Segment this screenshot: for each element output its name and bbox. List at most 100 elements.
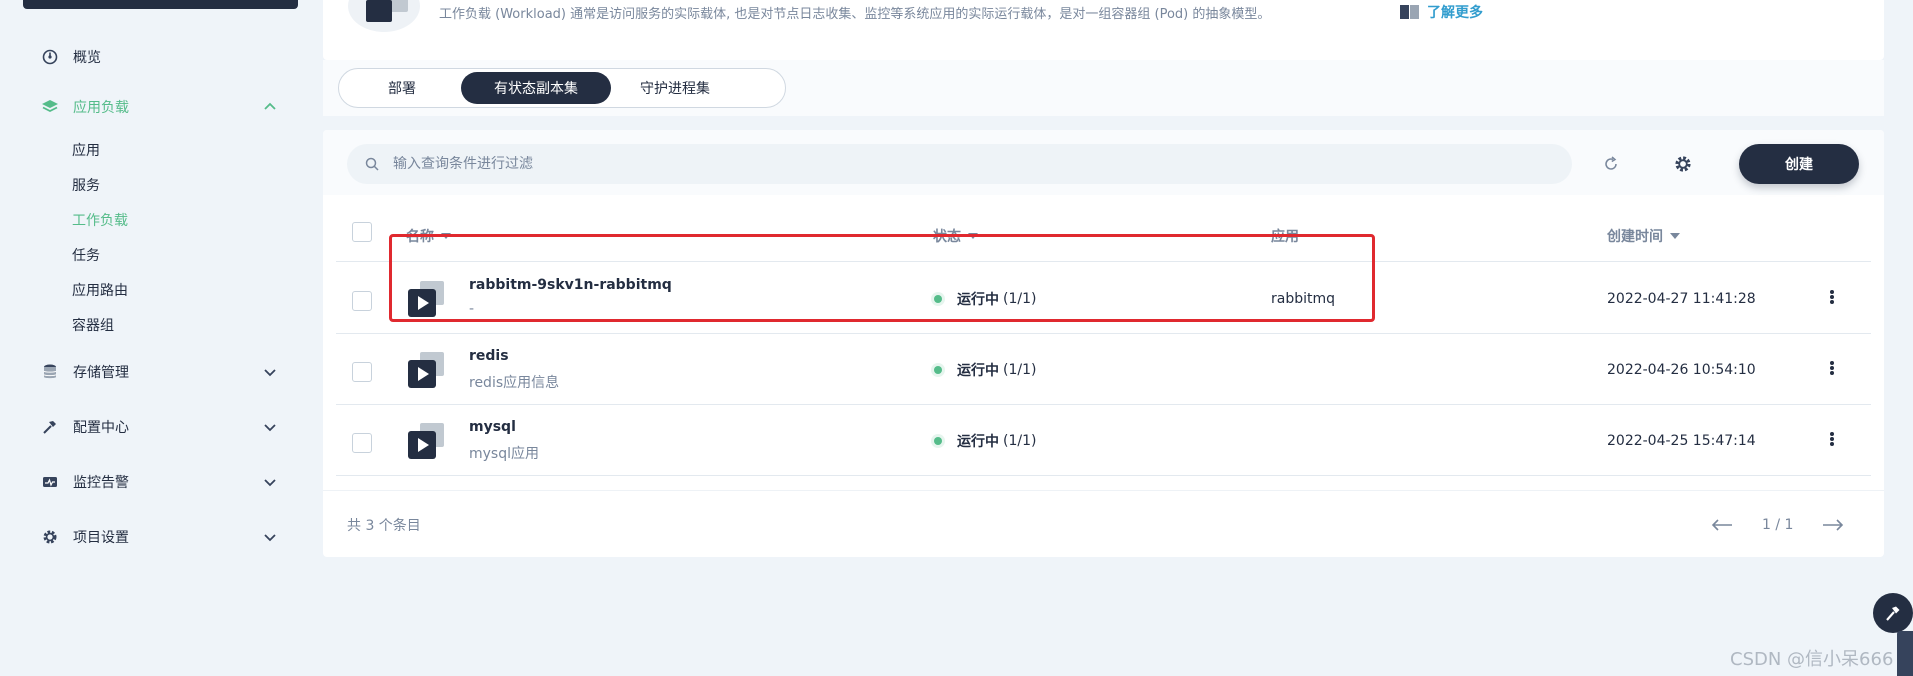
monitor-icon <box>40 472 60 492</box>
status-dot-icon <box>934 437 942 445</box>
workload-icon <box>348 0 420 32</box>
workload-name-link[interactable]: rabbitm-9skv1n-rabbitmq <box>469 277 672 293</box>
table-header: 名称 状态 应用 创建时间 <box>336 202 1871 262</box>
created-time: 2022-04-26 10:54:10 <box>1607 362 1756 378</box>
dashboard-icon <box>40 47 60 67</box>
row-checkbox[interactable] <box>352 362 372 382</box>
sidebar-item-label: 监控告警 <box>73 475 129 491</box>
watermark: CSDN @信小呆666 <box>1730 649 1894 670</box>
banner-description: 工作负载 (Workload) 通常是访问服务的实际载体, 也是对节点日志收集、… <box>439 7 1271 22</box>
sidebar-subitem-jobs[interactable]: 任务 <box>72 246 100 266</box>
statefulset-icon <box>408 350 448 390</box>
sidebar-item-label: 配置中心 <box>73 420 129 436</box>
layers-icon <box>40 97 60 117</box>
select-all-checkbox[interactable] <box>352 222 372 242</box>
sidebar-item-label: 应用负载 <box>73 100 129 116</box>
database-icon <box>40 362 60 382</box>
workload-type-bar: 部署 有状态副本集 守护进程集 <box>323 60 1884 116</box>
chevron-down-icon[interactable] <box>262 419 278 435</box>
column-header-status[interactable]: 状态 <box>933 226 978 246</box>
sidebar-subitem-apps[interactable]: 应用 <box>72 141 100 161</box>
created-time: 2022-04-25 15:47:14 <box>1607 433 1756 449</box>
pagination: 1 / 1 <box>1708 511 1847 539</box>
sidebar-item-label: 概览 <box>73 50 101 66</box>
sidebar-subitem-routes[interactable]: 应用路由 <box>72 281 128 301</box>
statefulset-icon <box>408 421 448 461</box>
gear-icon <box>40 527 60 547</box>
chevron-up-icon[interactable] <box>262 99 278 115</box>
create-button[interactable]: 创建 <box>1739 144 1859 184</box>
app-name: rabbitmq <box>1271 291 1336 307</box>
sidebar-item-label: 项目设置 <box>73 530 129 546</box>
tab-statefulsets[interactable]: 有状态副本集 <box>461 72 611 104</box>
status-dot-icon <box>934 295 942 303</box>
workload-description: redis应用信息 <box>469 375 560 391</box>
table-toolbar: 创建 <box>323 130 1884 195</box>
workload-list-card: 创建 名称 状态 应用 创建时间 rabbitm-9skv1n-rabbitmq… <box>323 130 1884 557</box>
sidebar-subitem-pods[interactable]: 容器组 <box>72 316 114 336</box>
more-actions-button[interactable] <box>1824 429 1840 449</box>
statefulset-icon <box>408 279 448 319</box>
page-indicator: 1 / 1 <box>1762 517 1794 533</box>
more-actions-button[interactable] <box>1824 358 1840 378</box>
hammer-icon <box>1886 606 1900 621</box>
more-actions-button[interactable] <box>1824 287 1840 307</box>
sort-caret-icon <box>1670 233 1680 239</box>
sidebar-subitem-services[interactable]: 服务 <box>72 176 100 196</box>
workload-description: mysql应用 <box>469 446 539 462</box>
row-checkbox[interactable] <box>352 291 372 311</box>
column-header-created[interactable]: 创建时间 <box>1607 226 1680 246</box>
workload-name-link[interactable]: mysql <box>469 419 516 435</box>
table-row: rabbitm-9skv1n-rabbitmq - 运行中 (1/1) rabb… <box>336 263 1871 334</box>
sort-caret-icon <box>441 233 451 239</box>
chevron-down-icon[interactable] <box>262 474 278 490</box>
sidebar-item-workloads[interactable]: 应用负载 <box>40 95 290 119</box>
status-badge: 运行中 (1/1) <box>934 289 1036 309</box>
status-badge: 运行中 (1/1) <box>934 431 1036 451</box>
arrow-left-icon <box>1711 519 1732 531</box>
tab-daemonsets[interactable]: 守护进程集 <box>611 72 739 104</box>
total-count: 共 3 个条目 <box>347 518 421 534</box>
sidebar: 概览 应用负载 应用 服务 工作负载 任务 应用路由 容器组 存储管理 配置中心… <box>0 0 320 676</box>
search-input[interactable] <box>393 156 1493 172</box>
toolbox-button[interactable] <box>1873 593 1913 633</box>
sidebar-item-label: 存储管理 <box>73 365 129 381</box>
table-row: redis redis应用信息 运行中 (1/1) 2022-04-26 10:… <box>336 334 1871 405</box>
column-settings-button[interactable] <box>1671 152 1695 176</box>
search-box[interactable] <box>347 144 1572 184</box>
filter-caret-icon <box>968 233 978 239</box>
sidebar-item-monitoring[interactable]: 监控告警 <box>40 470 290 494</box>
workload-tabs: 部署 有状态副本集 守护进程集 <box>338 68 786 108</box>
refresh-icon <box>1605 156 1617 170</box>
table-footer: 共 3 个条目 1 / 1 <box>323 490 1884 557</box>
project-selector[interactable] <box>23 0 298 9</box>
sidebar-item-storage[interactable]: 存储管理 <box>40 360 290 384</box>
sidebar-item-overview[interactable]: 概览 <box>40 45 290 69</box>
side-panel-handle[interactable] <box>1897 631 1913 676</box>
tab-deployments[interactable]: 部署 <box>343 72 461 104</box>
book-icon <box>1400 4 1420 20</box>
next-page-button[interactable] <box>1819 511 1847 539</box>
table-row: mysql mysql应用 运行中 (1/1) 2022-04-25 15:47… <box>336 405 1871 476</box>
workload-description: - <box>469 301 475 317</box>
sidebar-item-config[interactable]: 配置中心 <box>40 415 290 439</box>
sidebar-subitem-workloads[interactable]: 工作负载 <box>72 211 128 231</box>
arrow-right-icon <box>1823 519 1844 531</box>
row-checkbox[interactable] <box>352 433 372 453</box>
search-icon <box>365 157 379 171</box>
learn-more-link[interactable]: 了解更多 <box>1400 2 1483 22</box>
learn-more-label: 了解更多 <box>1427 5 1483 21</box>
gear-icon <box>1675 156 1691 172</box>
chevron-down-icon[interactable] <box>262 529 278 545</box>
hammer-icon <box>40 417 60 437</box>
refresh-button[interactable] <box>1599 152 1623 176</box>
column-header-name[interactable]: 名称 <box>406 226 451 246</box>
status-badge: 运行中 (1/1) <box>934 360 1036 380</box>
chevron-down-icon[interactable] <box>262 364 278 380</box>
workload-banner: 工作负载 (Workload) 通常是访问服务的实际载体, 也是对节点日志收集、… <box>323 0 1884 60</box>
column-header-app: 应用 <box>1271 229 1299 245</box>
status-dot-icon <box>934 366 942 374</box>
prev-page-button[interactable] <box>1708 511 1736 539</box>
workload-name-link[interactable]: redis <box>469 348 509 364</box>
sidebar-item-project-settings[interactable]: 项目设置 <box>40 525 290 549</box>
